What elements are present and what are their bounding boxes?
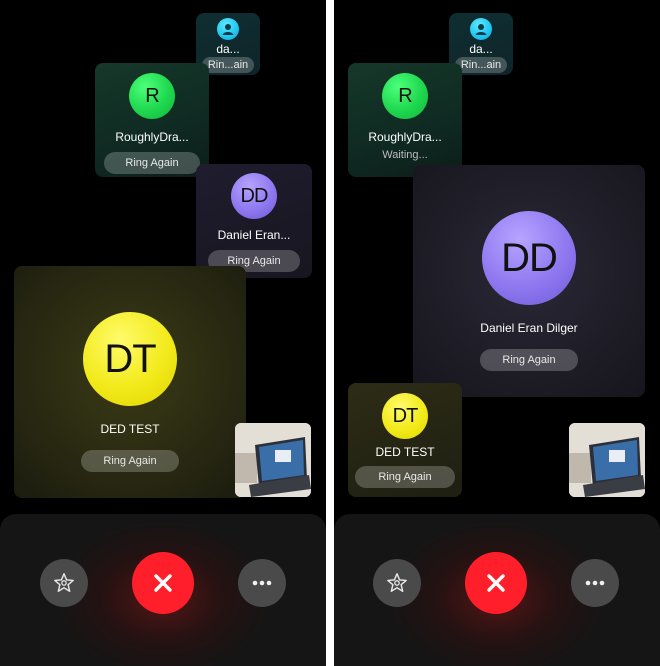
ellipsis-icon [252, 580, 272, 586]
self-view-thumbnail[interactable] [235, 423, 311, 497]
effects-button[interactable] [373, 559, 421, 607]
participant-tile-ded-test[interactable]: DT DED TEST Ring Again [14, 266, 246, 498]
self-view-image [569, 423, 645, 497]
participant-tile-roughlydra[interactable]: R RoughlyDra... Ring Again [95, 63, 209, 177]
participant-name: RoughlyDra... [368, 130, 442, 144]
person-avatar-icon [470, 18, 492, 40]
participant-avatar: R [382, 73, 428, 119]
participant-tile-daniel[interactable]: DD Daniel Eran Dilger Ring Again [413, 165, 645, 397]
participant-tile-roughlydra[interactable]: R RoughlyDra... Waiting... [348, 63, 462, 177]
avatar-initials: R [398, 84, 412, 107]
avatar-initials: DD [240, 184, 269, 207]
person-avatar-icon [217, 18, 239, 40]
participant-name: RoughlyDra... [115, 130, 189, 144]
end-call-button[interactable] [132, 552, 194, 614]
star-effects-icon [387, 573, 407, 592]
participant-name: da... [469, 42, 493, 56]
person-silhouette-icon [222, 24, 234, 35]
end-call-button[interactable] [465, 552, 527, 614]
self-view-thumbnail[interactable] [569, 423, 645, 497]
ellipsis-icon [585, 580, 605, 586]
ring-again-button[interactable]: Ring Again [355, 466, 455, 488]
effects-button[interactable] [40, 559, 88, 607]
participant-tile-daniel[interactable]: DD Daniel Eran... Ring Again [196, 164, 312, 278]
participant-name: DED TEST [100, 422, 160, 436]
star-effects-icon [54, 573, 74, 592]
more-button[interactable] [571, 559, 619, 607]
waiting-status: Waiting... [382, 149, 428, 161]
participant-avatar: DT [83, 312, 177, 406]
avatar-initials: DD [501, 235, 558, 280]
call-controls-panel [0, 514, 326, 666]
self-view-image [235, 423, 311, 497]
participant-avatar: DT [382, 393, 428, 439]
participant-name: da... [216, 42, 240, 56]
facetime-call-screen-left: da... Rin...ain R RoughlyDra... Ring Aga… [0, 0, 326, 666]
avatar-initials: R [145, 84, 159, 107]
participant-avatar: R [129, 73, 175, 119]
call-controls-panel [334, 514, 660, 666]
ring-again-button[interactable]: Rin...ain [202, 57, 254, 73]
participant-name: Daniel Eran... [217, 228, 291, 242]
participant-avatar: DD [482, 211, 576, 305]
person-silhouette-icon [475, 24, 487, 35]
participant-name: DED TEST [375, 445, 435, 459]
ring-again-button[interactable]: Ring Again [81, 450, 179, 472]
facetime-call-screen-right: da... Rin...ain R RoughlyDra... Waiting.… [334, 0, 660, 666]
more-button[interactable] [238, 559, 286, 607]
participant-tile-ded-test[interactable]: DT DED TEST Ring Again [348, 383, 462, 497]
ring-again-button[interactable]: Ring Again [480, 349, 578, 371]
avatar-initials: DT [104, 336, 156, 381]
ring-again-button[interactable]: Rin...ain [455, 57, 507, 73]
avatar-initials: DT [392, 404, 419, 427]
ring-again-button[interactable]: Ring Again [104, 152, 200, 174]
close-icon [154, 574, 172, 592]
participant-avatar: DD [231, 173, 277, 219]
participant-name: Daniel Eran Dilger [480, 321, 578, 335]
close-icon [487, 574, 505, 592]
